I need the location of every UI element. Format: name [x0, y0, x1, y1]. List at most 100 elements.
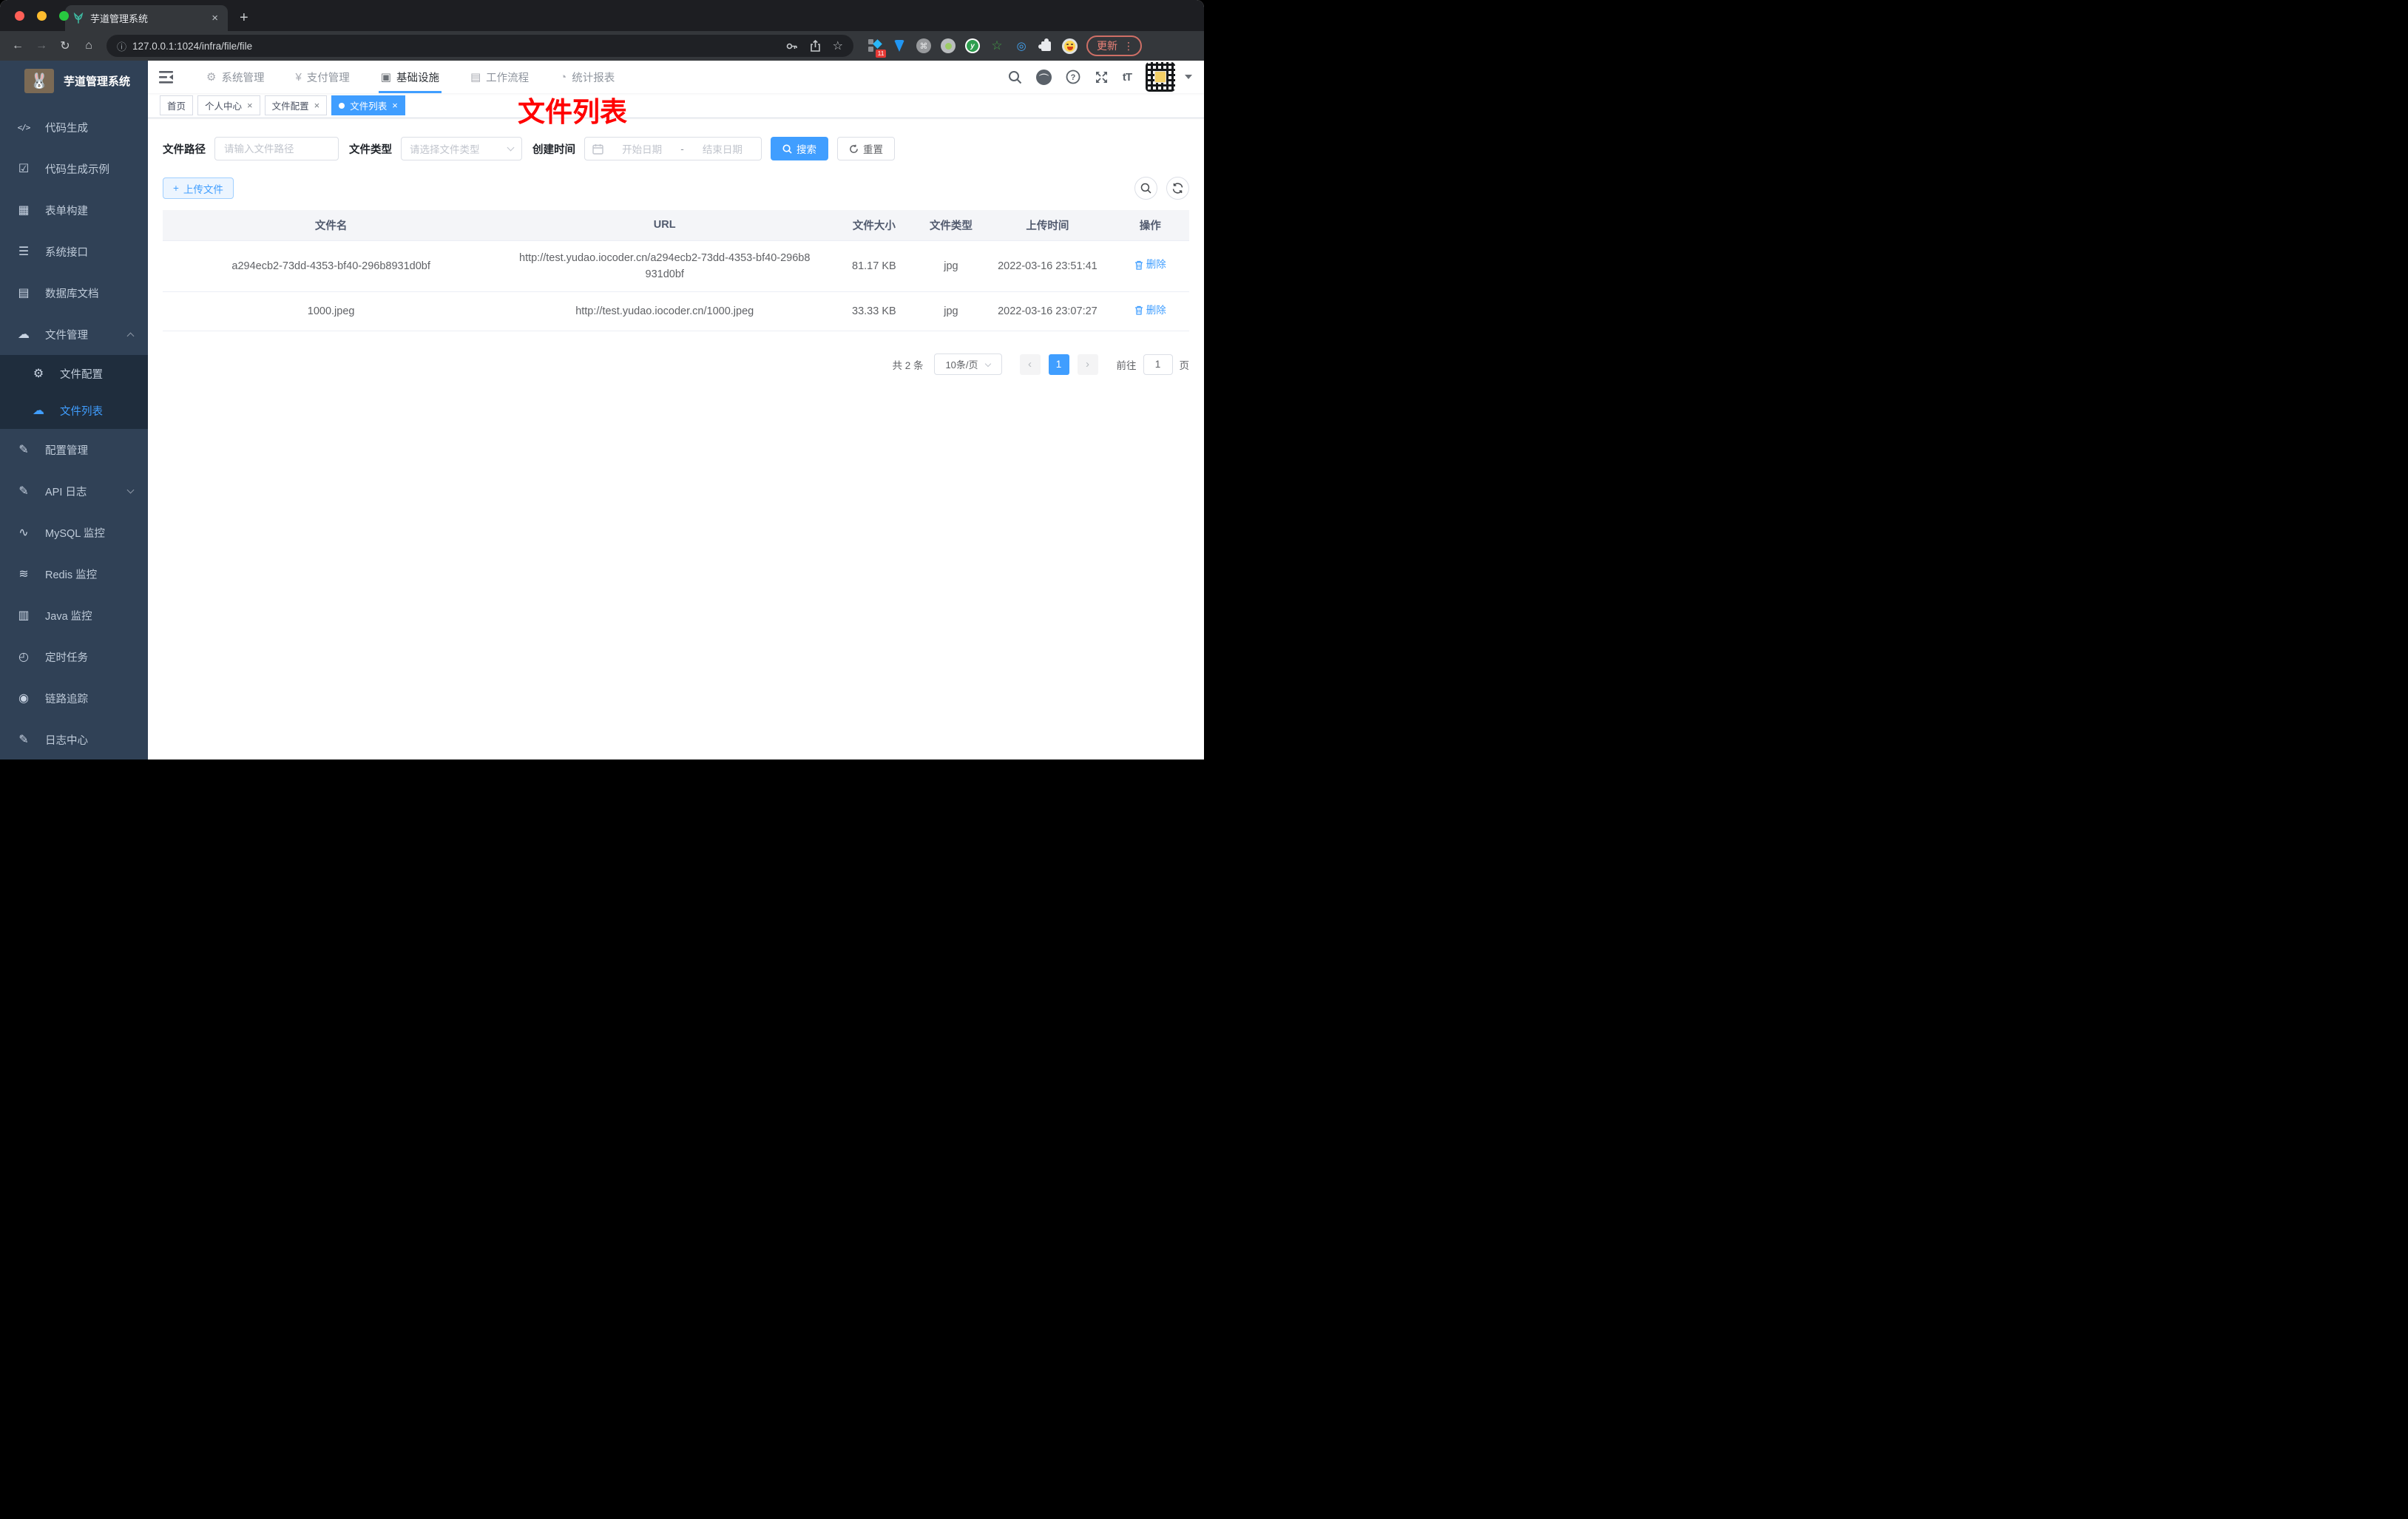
- url-text[interactable]: 127.0.0.1:1024/infra/file/file: [132, 41, 252, 52]
- cell-filename: a294ecb2-73dd-4353-bf40-296b8931d0bf: [163, 240, 500, 292]
- sidebar-item-java-monitor[interactable]: ▥ Java 监控: [0, 595, 148, 636]
- home-icon[interactable]: ⌂: [78, 39, 99, 53]
- extension-command-icon[interactable]: ⌘: [916, 38, 932, 54]
- sidebar-item-api-log[interactable]: ✎ API 日志: [0, 470, 148, 512]
- top-menu-workflow[interactable]: ▤ 工作流程: [455, 61, 544, 93]
- back-icon[interactable]: ←: [7, 39, 28, 53]
- tag-close-icon[interactable]: ×: [247, 100, 253, 111]
- cell-upload-time: 2022-03-16 23:07:27: [984, 291, 1112, 331]
- browser-update-button[interactable]: 更新 ⋮: [1086, 35, 1142, 56]
- password-key-icon[interactable]: [785, 40, 798, 53]
- browser-tab[interactable]: 芋道管理系统 ×: [65, 5, 228, 31]
- search-button[interactable]: 搜索: [771, 137, 828, 160]
- new-tab-button[interactable]: +: [240, 10, 248, 27]
- sidebar-item-db-docs[interactable]: ▤ 数据库文档: [0, 272, 148, 314]
- page-size-select[interactable]: 10条/页: [933, 353, 1002, 375]
- forward-icon[interactable]: →: [31, 39, 52, 53]
- file-path-input[interactable]: [214, 137, 339, 160]
- address-bar[interactable]: ⓘ 127.0.0.1:1024/infra/file/file ☆: [106, 35, 853, 57]
- file-type-label: 文件类型: [349, 143, 392, 156]
- sidebar-item-file-list[interactable]: ☁ 文件列表: [0, 392, 148, 429]
- bookmark-star-icon[interactable]: ☆: [833, 38, 843, 53]
- extension-dot-icon[interactable]: [940, 38, 956, 54]
- sidebar-item-code-generation[interactable]: </> 代码生成: [0, 106, 148, 148]
- extension-puzzle-icon[interactable]: [1038, 38, 1054, 54]
- page-content: 文件路径 文件类型 请选择文件类型 创建时间 开始日期 - 结束日期: [148, 118, 1204, 760]
- col-header-actions: 操作: [1111, 210, 1189, 240]
- help-icon[interactable]: ?: [1066, 70, 1080, 84]
- col-header-type: 文件类型: [918, 210, 984, 240]
- delete-button[interactable]: 删除: [1134, 257, 1166, 273]
- avatar[interactable]: [1146, 62, 1175, 92]
- sidebar-item-config-management[interactable]: ✎ 配置管理: [0, 429, 148, 470]
- chevron-down-icon: [126, 486, 135, 493]
- browser-menu-icon[interactable]: ⋮: [1123, 40, 1134, 53]
- reset-button[interactable]: 重置: [837, 137, 895, 160]
- extension-eye-icon[interactable]: ◎: [1013, 38, 1029, 54]
- sidebar-item-file-management[interactable]: ☁ 文件管理: [0, 314, 148, 355]
- app-logo[interactable]: 🐰 芋道管理系统: [0, 61, 148, 101]
- reload-icon[interactable]: ↻: [55, 38, 75, 53]
- range-separator: -: [680, 143, 684, 155]
- tab-close-icon[interactable]: ×: [209, 13, 220, 24]
- favicon-plant-icon: [72, 12, 84, 24]
- top-menu-reports[interactable]: ◔ 统计报表: [544, 61, 630, 93]
- tag-close-icon[interactable]: ×: [392, 100, 398, 111]
- sidebar-submenu-file: ⚙ 文件配置 ☁ 文件列表: [0, 355, 148, 429]
- cloud-upload-icon: ☁: [33, 405, 44, 417]
- file-table: 文件名 URL 文件大小 文件类型 上传时间 操作 a294ecb2-73dd-…: [163, 210, 1189, 331]
- top-menu-infrastructure[interactable]: ▣ 基础设施: [365, 61, 455, 93]
- delete-button[interactable]: 删除: [1134, 302, 1166, 319]
- window-close-button[interactable]: [15, 11, 24, 21]
- github-icon[interactable]: [1035, 69, 1052, 85]
- upload-file-button[interactable]: + 上传文件: [163, 177, 234, 199]
- top-menu-payment[interactable]: ¥ 支付管理: [280, 61, 365, 93]
- table-row: 1000.jpeg http://test.yudao.iocoder.cn/1…: [163, 291, 1189, 331]
- sidebar-item-code-demo[interactable]: ☑ 代码生成示例: [0, 148, 148, 189]
- cell-filename: 1000.jpeg: [163, 291, 500, 331]
- end-date-placeholder[interactable]: 结束日期: [691, 141, 754, 156]
- refresh-table-button[interactable]: [1166, 177, 1189, 200]
- cell-type: jpg: [918, 291, 984, 331]
- pagination: 共 2 条 10条/页 ‹ 1 › 前往 页: [163, 353, 1189, 375]
- show-search-icon-button[interactable]: [1134, 177, 1157, 200]
- avatar-caret-icon[interactable]: [1185, 75, 1192, 79]
- fullscreen-icon[interactable]: [1095, 70, 1109, 84]
- sidebar-collapse-icon[interactable]: [148, 70, 180, 84]
- date-range-picker[interactable]: 开始日期 - 结束日期: [584, 137, 762, 160]
- sidebar-item-mysql-monitor[interactable]: ∿ MySQL 监控: [0, 512, 148, 553]
- tag-file-config[interactable]: 文件配置 ×: [264, 95, 328, 115]
- search-icon[interactable]: [1008, 70, 1022, 84]
- font-size-icon[interactable]: tT: [1123, 71, 1132, 84]
- window-zoom-button[interactable]: [59, 11, 69, 21]
- file-type-select[interactable]: 请选择文件类型: [401, 137, 522, 160]
- sidebar-item-redis-monitor[interactable]: ≋ Redis 监控: [0, 553, 148, 595]
- sidebar-item-trace[interactable]: ◉ 链路追踪: [0, 677, 148, 719]
- page-number-1[interactable]: 1: [1048, 353, 1069, 375]
- chevron-down-icon: [984, 360, 991, 367]
- sidebar-item-log-center[interactable]: ✎ 日志中心: [0, 719, 148, 760]
- goto-page-input[interactable]: [1143, 353, 1173, 375]
- sidebar-item-form-builder[interactable]: ▦ 表单构建: [0, 189, 148, 231]
- extension-star-icon[interactable]: ☆: [989, 38, 1005, 54]
- sidebar-item-file-config[interactable]: ⚙ 文件配置: [0, 355, 148, 392]
- tag-file-list[interactable]: 文件列表 ×: [331, 95, 405, 115]
- tag-home[interactable]: 首页: [160, 95, 194, 115]
- sidebar-item-scheduled-tasks[interactable]: ◴ 定时任务: [0, 636, 148, 677]
- extension-pinned-icon[interactable]: 11: [867, 38, 886, 58]
- calendar-icon: [592, 143, 603, 155]
- extension-kite-icon[interactable]: [891, 38, 907, 54]
- table-action-icons: [1134, 177, 1189, 200]
- sidebar-item-system-api[interactable]: ☰ 系统接口: [0, 231, 148, 272]
- extension-emoji-icon[interactable]: [1062, 38, 1078, 54]
- extension-y-icon[interactable]: y: [964, 38, 981, 54]
- top-menu-system[interactable]: ⚙ 系统管理: [191, 61, 280, 93]
- next-page-button[interactable]: ›: [1077, 353, 1098, 375]
- prev-page-button[interactable]: ‹: [1019, 353, 1041, 375]
- tag-close-icon[interactable]: ×: [314, 100, 320, 111]
- share-icon[interactable]: [810, 39, 821, 53]
- window-minimize-button[interactable]: [37, 11, 47, 21]
- tag-profile[interactable]: 个人中心 ×: [197, 95, 260, 115]
- start-date-placeholder[interactable]: 开始日期: [611, 141, 673, 156]
- site-info-icon[interactable]: ⓘ: [117, 39, 126, 53]
